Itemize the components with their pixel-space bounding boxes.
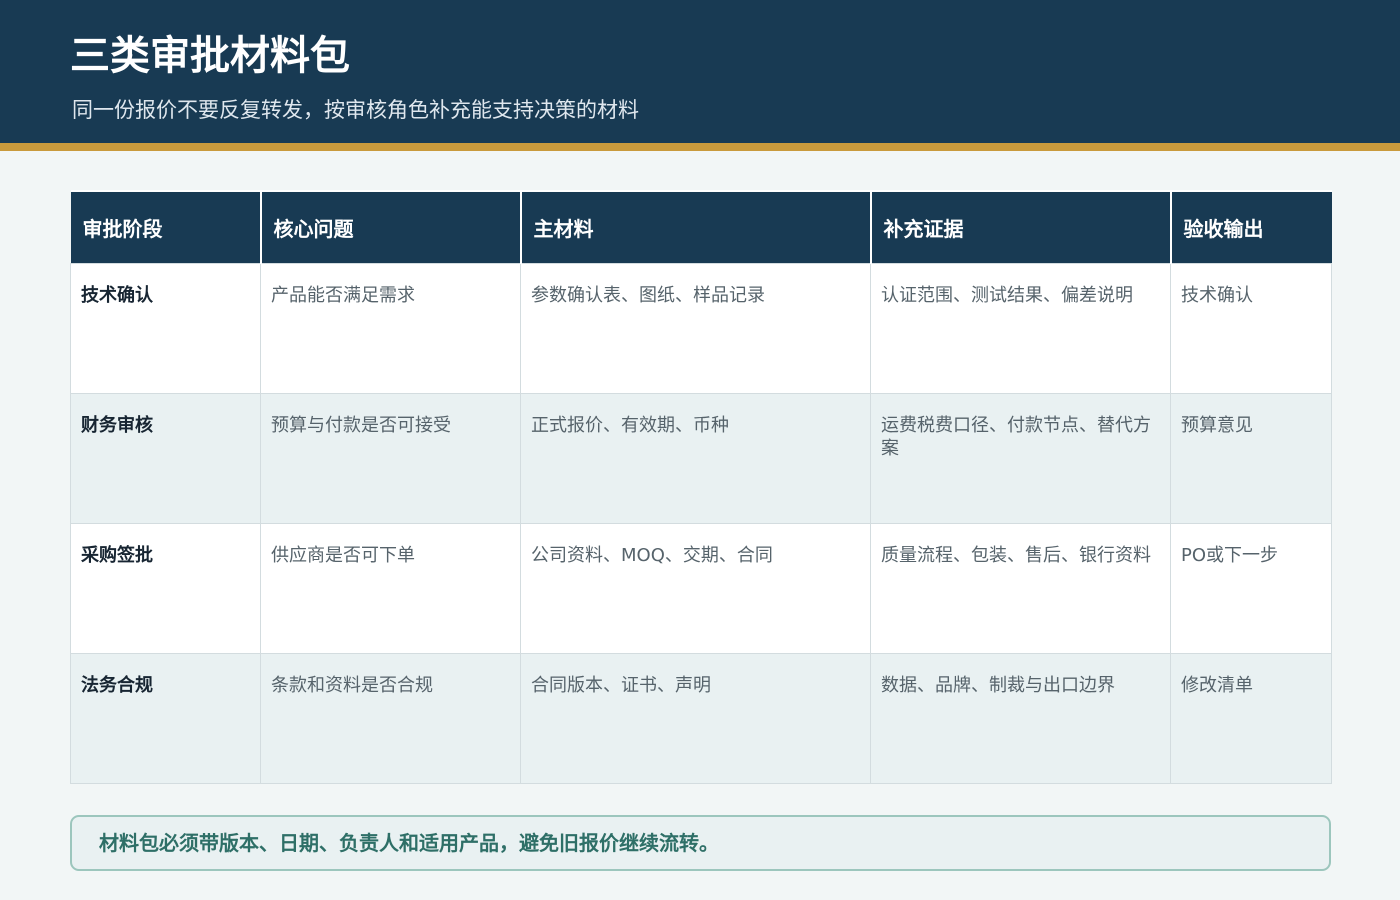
table-row: 财务审核 预算与付款是否可接受 正式报价、有效期、币种 运费税费口径、付款节点、… [70, 392, 1332, 524]
stage-cell: 法务合规 [70, 652, 261, 784]
supporting-evidence-cell: 认证范围、测试结果、偏差说明 [870, 262, 1171, 394]
supporting-evidence-cell: 数据、品牌、制裁与出口边界 [870, 652, 1171, 784]
column-header-main-materials: 主材料 [519, 190, 872, 263]
approval-materials-table: 审批阶段 核心问题 主材料 补充证据 验收输出 技术确认 产品能否满足需求 参数… [70, 190, 1332, 784]
acceptance-output-cell: PO或下一步 [1170, 522, 1332, 654]
main-materials-cell: 参数确认表、图纸、样品记录 [520, 262, 871, 394]
column-header-core-question: 核心问题 [259, 190, 522, 263]
header-accent-rule [0, 143, 1400, 151]
acceptance-output-cell: 技术确认 [1170, 262, 1332, 394]
stage-cell: 财务审核 [70, 392, 261, 524]
stage-cell: 技术确认 [70, 262, 261, 394]
main-materials-cell: 合同版本、证书、声明 [520, 652, 871, 784]
page-title: 三类审批材料包 [70, 33, 350, 79]
supporting-evidence-cell: 运费税费口径、付款节点、替代方案 [870, 392, 1171, 524]
table-row: 技术确认 产品能否满足需求 参数确认表、图纸、样品记录 认证范围、测试结果、偏差… [70, 262, 1332, 394]
table-row: 法务合规 条款和资料是否合规 合同版本、证书、声明 数据、品牌、制裁与出口边界 … [70, 652, 1332, 784]
column-header-stage: 审批阶段 [70, 190, 262, 263]
acceptance-output-cell: 预算意见 [1170, 392, 1332, 524]
column-header-acceptance-output: 验收输出 [1169, 190, 1332, 263]
main-materials-cell: 公司资料、MOQ、交期、合同 [520, 522, 871, 654]
core-question-cell: 预算与付款是否可接受 [260, 392, 521, 524]
main-materials-cell: 正式报价、有效期、币种 [520, 392, 871, 524]
acceptance-output-cell: 修改清单 [1170, 652, 1332, 784]
core-question-cell: 条款和资料是否合规 [260, 652, 521, 784]
stage-cell: 采购签批 [70, 522, 261, 654]
callout-note: 材料包必须带版本、日期、负责人和适用产品，避免旧报价继续流转。 [70, 815, 1331, 871]
core-question-cell: 供应商是否可下单 [260, 522, 521, 654]
supporting-evidence-cell: 质量流程、包装、售后、银行资料 [870, 522, 1171, 654]
table-row: 采购签批 供应商是否可下单 公司资料、MOQ、交期、合同 质量流程、包装、售后、… [70, 522, 1332, 654]
column-header-supporting-evidence: 补充证据 [869, 190, 1172, 263]
table-header-row: 审批阶段 核心问题 主材料 补充证据 验收输出 [70, 190, 1332, 263]
page-header: 三类审批材料包 同一份报价不要反复转发，按审核角色补充能支持决策的材料 [0, 0, 1400, 143]
core-question-cell: 产品能否满足需求 [260, 262, 521, 394]
page-subtitle: 同一份报价不要反复转发，按审核角色补充能支持决策的材料 [72, 98, 639, 122]
